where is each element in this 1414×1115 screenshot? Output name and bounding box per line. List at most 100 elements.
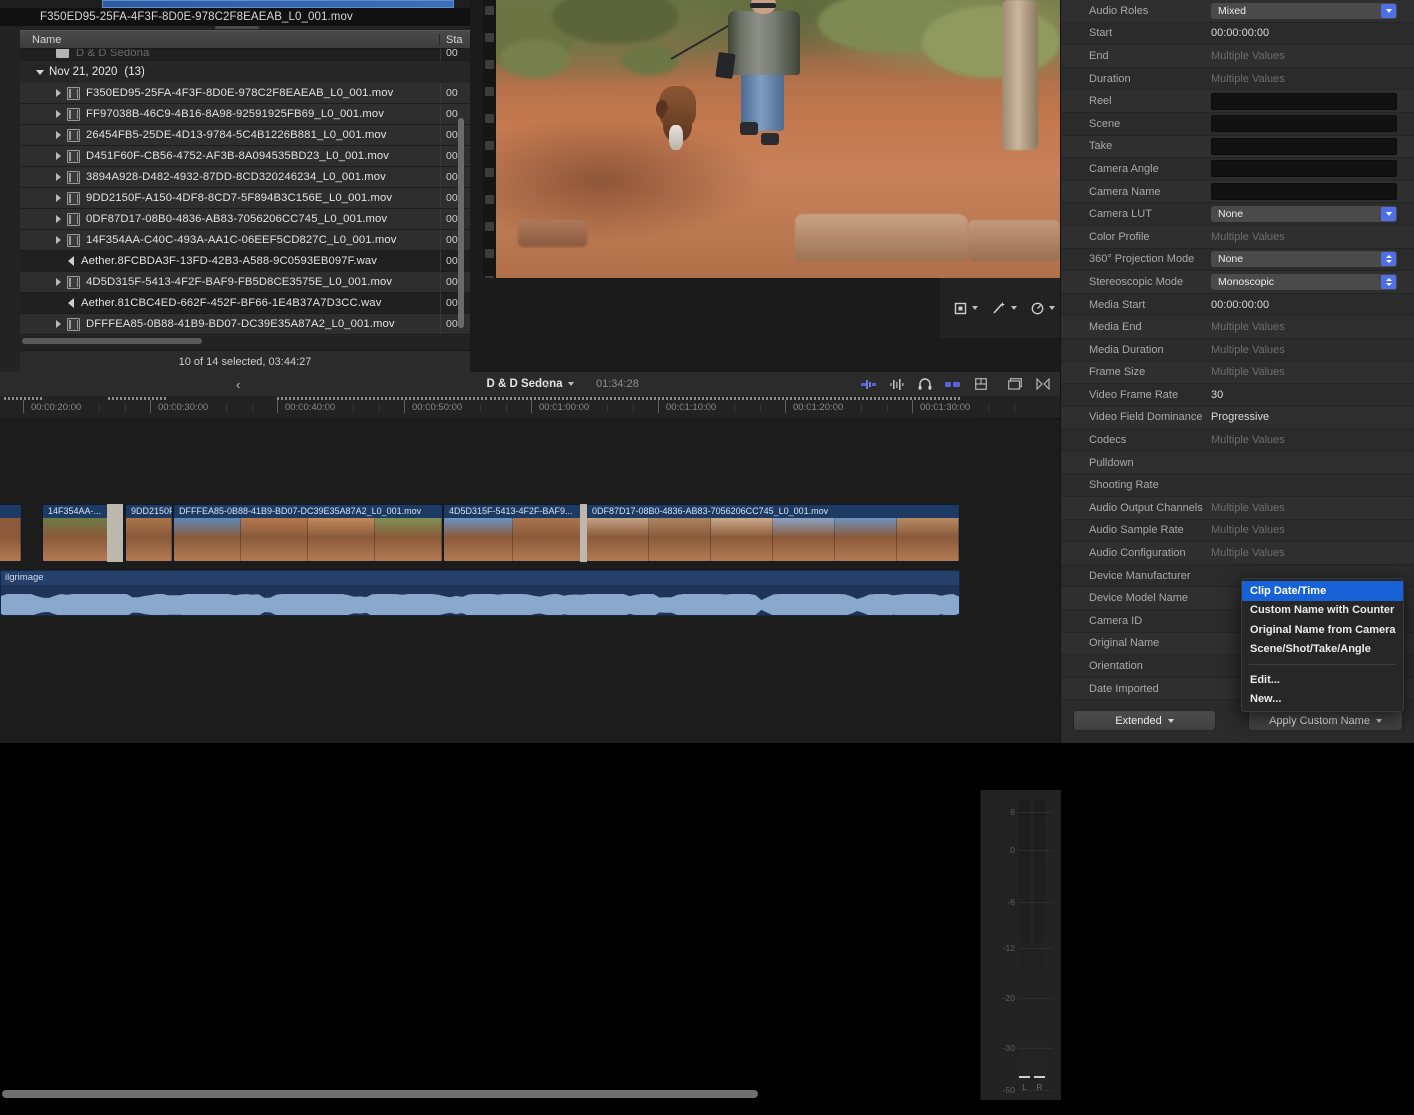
disclosure-triangle-icon[interactable] [56,89,61,97]
angles-icon[interactable] [1035,378,1050,391]
menu-item[interactable]: Edit... [1242,670,1403,690]
inspector-row[interactable]: Pulldown [1061,452,1414,475]
inspector-row[interactable]: Audio Sample RateMultiple Values [1061,520,1414,543]
inspector-popup-menu[interactable]: Monoscopic [1211,274,1397,290]
table-row[interactable]: 4D5D315F-5413-4F2F-BAF9-FB5D8CE3575E_L0_… [20,272,470,293]
inspector-row[interactable]: Scene [1061,113,1414,136]
inspector-row[interactable]: CodecsMultiple Values [1061,429,1414,452]
disclosure-triangle-icon[interactable] [56,194,61,202]
table-row[interactable]: D451F60F-CB56-4752-AF3B-8A094535BD23_L0_… [20,146,470,167]
disclosure-triangle-icon[interactable] [56,110,61,118]
timeline-clip[interactable]: 0DF87D17-08B0-4836-AB83-7056206CC745_L0_… [586,504,960,562]
disclosure-triangle-icon[interactable] [56,278,61,286]
disclosure-triangle-icon[interactable] [56,173,61,181]
timeline-gap[interactable] [580,504,587,562]
inspector-row[interactable]: Camera LUTNone [1061,203,1414,226]
retime-button[interactable] [1031,302,1055,315]
list-vertical-scrollbar[interactable] [458,118,464,328]
inspector-row[interactable]: Reel [1061,90,1414,113]
inspector-row[interactable]: EndMultiple Values [1061,45,1414,68]
inspector-popup-menu[interactable]: Mixed [1211,3,1397,19]
apply-custom-name-button[interactable]: Apply Custom Name [1248,710,1403,731]
timeline-clip[interactable]: 9DD2150F... [125,504,173,562]
enhance-button[interactable] [992,301,1017,315]
inspector-popup-menu[interactable]: None [1211,206,1397,222]
inspector-row[interactable]: Video Frame Rate30 [1061,384,1414,407]
chevron-down-icon[interactable] [1381,207,1396,221]
table-row[interactable]: DFFFEA85-0B88-41B9-BD07-DC39E35A87A2_L0_… [20,314,470,335]
audio-clip[interactable]: ilgrimage [0,570,960,616]
inspector-row[interactable]: Audio ConfigurationMultiple Values [1061,542,1414,565]
column-header-name[interactable]: Name [20,34,440,46]
solo-icon[interactable] [917,378,932,391]
timeline-horizontal-scrollbar[interactable] [2,1090,758,1098]
inspector-row[interactable]: Audio Output ChannelsMultiple Values [1061,497,1414,520]
list-item-library[interactable]: D & D Sedona 00 [20,49,470,61]
timeline-canvas[interactable]: 4A92...14F354AA-...9DD2150F...DFFFEA85-0… [0,418,980,723]
timeline-ruler[interactable]: 00:00:20:0000:00:30:0000:00:40:0000:00:5… [0,396,1060,419]
inspector-row[interactable]: Stereoscopic ModeMonoscopic [1061,271,1414,294]
disclosure-triangle-icon[interactable] [56,320,61,328]
filmstrip-selection[interactable] [102,0,454,8]
clip-list[interactable]: D & D Sedona 00 Nov 21, 2020 (13) F350ED… [20,49,470,336]
inspector-text-field[interactable] [1211,183,1397,200]
table-row[interactable]: Aether.81CBC4ED-662F-452F-BF66-1E4B37A7D… [20,293,470,314]
table-row[interactable]: 26454FB5-25DE-4D13-9784-5C4B1226B881_L0_… [20,125,470,146]
date-group-header[interactable]: Nov 21, 2020 (13) [20,61,470,83]
menu-item[interactable]: Original Name from Camera [1242,620,1403,640]
inspector-text-field[interactable] [1211,138,1397,155]
list-horizontal-scrollbar[interactable] [22,338,202,344]
stepper-icon[interactable] [1381,252,1396,266]
table-row[interactable]: 0DF87D17-08B0-4836-AB83-7056206CC745_L0_… [20,209,470,230]
table-row[interactable]: 9DD2150F-A150-4DF8-8CD7-5F894B3C156E_L0_… [20,188,470,209]
audio-skimming-icon[interactable] [889,378,904,391]
crop-button[interactable] [954,302,978,315]
audio-meters[interactable]: L R 60-6-12-20-30-50-∞ [980,790,1061,1100]
skimming-icon[interactable] [861,378,876,391]
inspector-text-field[interactable] [1211,160,1397,177]
timeline-forward-button[interactable]: › [545,377,549,392]
inspector-row[interactable]: Video Field DominanceProgressive [1061,407,1414,430]
disclosure-triangle-icon[interactable] [56,236,61,244]
chevron-down-icon[interactable] [1381,4,1396,18]
inspector-row[interactable]: Media EndMultiple Values [1061,316,1414,339]
inspector-row[interactable]: Camera Name [1061,181,1414,204]
inspector-row[interactable]: Color ProfileMultiple Values [1061,226,1414,249]
disclosure-triangle-icon[interactable] [56,131,61,139]
menu-item[interactable]: Scene/Shot/Take/Angle [1242,640,1403,660]
inspector-row[interactable]: 360° Projection ModeNone [1061,249,1414,272]
timeline-clip[interactable]: 4D5D315F-5413-4F2F-BAF9... [443,504,583,562]
inspector-row[interactable]: DurationMultiple Values [1061,68,1414,91]
inspector-text-field[interactable] [1211,115,1397,132]
inspector-popup-menu[interactable]: None [1211,251,1397,267]
inspector-row[interactable]: Media DurationMultiple Values [1061,339,1414,362]
inspector-row[interactable]: Frame SizeMultiple Values [1061,362,1414,385]
index-icon[interactable] [1007,378,1022,391]
inspector-row[interactable]: Take [1061,136,1414,159]
disclosure-triangle-icon[interactable] [56,152,61,160]
menu-item[interactable]: Clip Date/Time [1242,581,1403,601]
clip-appearance-icon[interactable] [973,378,988,391]
inspector-row[interactable]: Camera Angle [1061,158,1414,181]
table-row[interactable]: 3894A928-D482-4932-87DD-8CD320246234_L0_… [20,167,470,188]
inspector-row[interactable]: Shooting Rate [1061,474,1414,497]
timeline-clip[interactable]: 4A92... [0,504,22,562]
extended-metadata-view-button[interactable]: Extended [1073,710,1216,731]
inspector-row[interactable]: Audio RolesMixed [1061,0,1414,23]
inspector-row[interactable]: Start00:00:00:00 [1061,23,1414,46]
timeline-clip[interactable]: DFFFEA85-0B88-41B9-BD07-DC39E35A87A2_L0_… [173,504,443,562]
timeline-back-button[interactable]: ‹ [236,377,240,392]
table-row[interactable]: 14F354AA-C40C-493A-AA1C-06EEF5CD827C_L0_… [20,230,470,251]
inspector-text-field[interactable] [1211,93,1397,110]
disclosure-triangle-icon[interactable] [56,215,61,223]
panel-divider-handle[interactable] [215,26,259,29]
timeline-gap[interactable] [107,504,123,562]
stepper-icon[interactable] [1381,275,1396,289]
table-row[interactable]: FF97038B-46C9-4B16-8A98-92591925FB69_L0_… [20,104,470,125]
column-header-status[interactable]: Sta [440,34,470,46]
menu-item[interactable]: New... [1242,690,1403,710]
inspector-row[interactable]: Media Start00:00:00:00 [1061,294,1414,317]
viewer-video-frame[interactable] [483,0,1060,278]
custom-name-dropdown-menu[interactable]: Clip Date/TimeCustom Name with CounterOr… [1241,578,1404,712]
table-row[interactable]: F350ED95-25FA-4F3F-8D0E-978C2F8EAEAB_L0_… [20,83,470,104]
